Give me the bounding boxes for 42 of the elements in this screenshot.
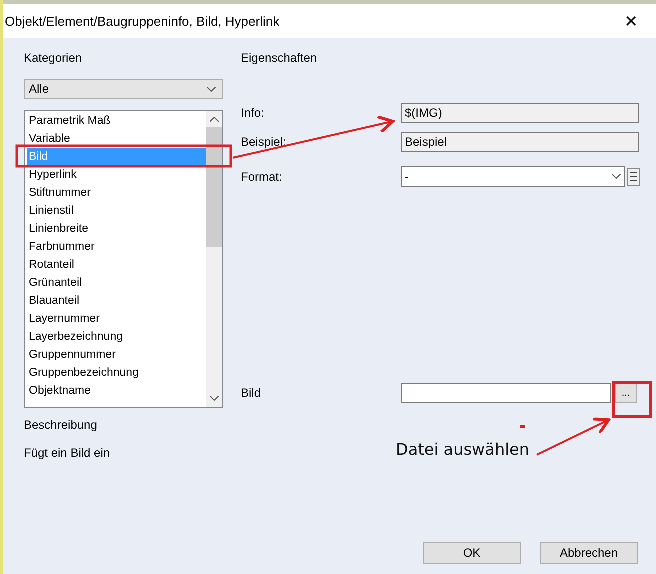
properties-label: Eigenschaften [241, 51, 318, 65]
category-item[interactable]: Linienbreite [27, 220, 206, 238]
category-item[interactable]: Farbnummer [27, 238, 206, 256]
highlight-frame [612, 382, 652, 418]
category-item[interactable]: Blauanteil [27, 292, 206, 310]
cancel-button[interactable]: Abbrechen [540, 542, 638, 564]
chevron-up-icon [210, 117, 218, 122]
example-field[interactable]: Beispiel [401, 132, 639, 152]
category-item[interactable]: Stiftnummer [27, 184, 206, 202]
menu-icon[interactable] [627, 168, 640, 186]
ok-button[interactable]: OK [423, 542, 521, 564]
scroll-thumb[interactable] [206, 127, 222, 247]
category-item[interactable]: Layernummer [27, 310, 206, 328]
category-item[interactable]: Rotanteil [27, 256, 206, 274]
example-label: Beispiel: [241, 135, 288, 149]
category-item[interactable]: Gruppennummer [27, 346, 206, 364]
category-item[interactable]: Parametrik Maß [27, 112, 206, 130]
format-label: Format: [241, 170, 284, 184]
category-item[interactable]: Linienstil [27, 202, 206, 220]
category-item[interactable]: Gruppenbezeichnung [27, 364, 206, 382]
categories-label: Kategorien [24, 51, 84, 65]
description-label: Beschreibung [24, 418, 98, 432]
image-label: Bild [241, 386, 262, 400]
chevron-down-icon [207, 86, 216, 92]
info-field[interactable]: $(IMG) [401, 103, 639, 123]
close-button[interactable]: ✕ [620, 12, 642, 30]
category-item[interactable]: Hyperlink [27, 166, 206, 184]
format-dropdown[interactable]: - [401, 166, 625, 187]
annotation-note: Datei auswählen [396, 440, 530, 459]
annotation-mark [520, 425, 525, 428]
chevron-down-icon [210, 396, 218, 401]
scrollbar[interactable] [206, 111, 222, 407]
description-text: Fügt ein Bild ein [24, 446, 112, 460]
category-item[interactable]: Grünanteil [27, 274, 206, 292]
chevron-down-icon [612, 174, 621, 179]
window-title: Objekt/Element/Baugruppeninfo, Bild, Hyperlink [5, 14, 280, 28]
category-item[interactable]: Variable [27, 130, 206, 148]
category-dropdown[interactable]: Alle [24, 79, 223, 99]
category-item[interactable]: Layerbezeichnung [27, 328, 206, 346]
image-path-field[interactable] [401, 383, 611, 403]
category-item[interactable]: Objektname [27, 382, 206, 400]
info-label: Info: [241, 106, 266, 120]
